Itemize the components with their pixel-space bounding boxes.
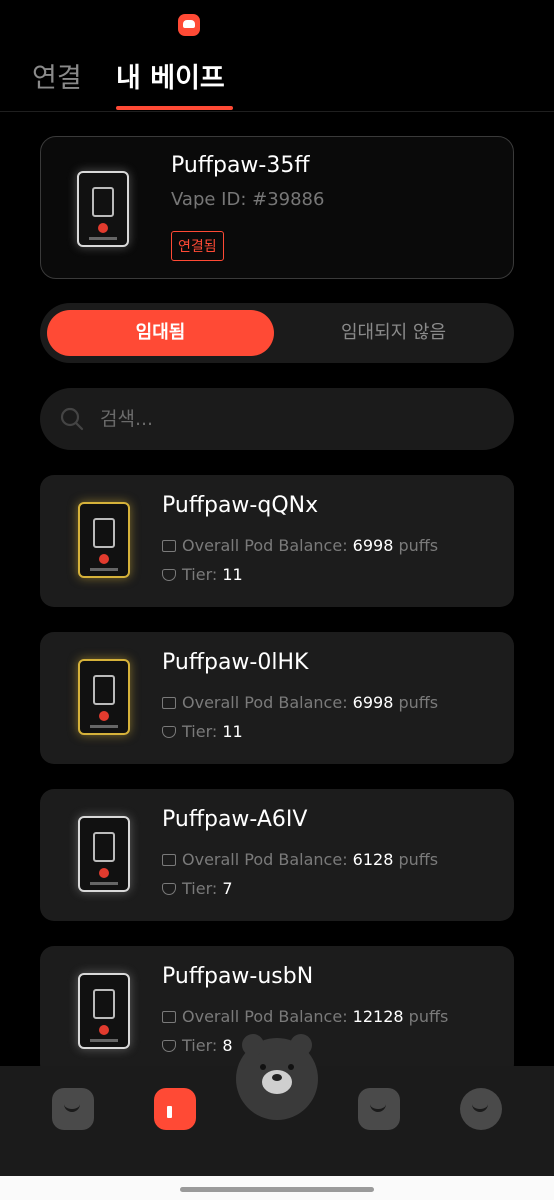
segment-rented[interactable]: 임대됨 [47,310,274,356]
vape-name: Puffpaw-0lHK [162,650,309,675]
pod-icon [162,1011,176,1023]
top-tabs: 연결 내 베이프 [0,40,554,112]
pod-balance: Overall Pod Balance: 6128 puffs [162,850,438,869]
device-name: Puffpaw-35ff [171,153,310,178]
app-logo-icon [178,14,200,36]
status-badge: 연결됨 [171,231,224,261]
cloud-icon[interactable] [460,1088,502,1130]
home-indicator[interactable] [180,1187,374,1192]
device-image [78,816,130,892]
tier: Tier: 11 [162,565,243,584]
bear-avatar-icon[interactable] [236,1034,318,1120]
active-tab-indicator [116,106,233,110]
pod-balance: Overall Pod Balance: 6998 puffs [162,693,438,712]
gem-icon [162,569,176,581]
vape-card[interactable]: Puffpaw-A6IV Overall Pod Balance: 6128 p… [40,789,514,921]
pod-icon [162,697,176,709]
tab-connect[interactable]: 연결 [32,56,82,95]
chat-bubble-icon[interactable] [52,1088,94,1130]
segment-not-rented[interactable]: 임대되지 않음 [280,310,507,356]
vape-name: Puffpaw-qQNx [162,493,319,518]
pod-icon [162,540,176,552]
device-image [78,659,130,735]
search-bar [40,388,514,450]
bag-icon[interactable] [358,1088,400,1130]
vape-id: Vape ID: #39886 [171,189,325,210]
search-icon [60,407,84,431]
device-image [77,171,129,247]
tab-my-vapes[interactable]: 내 베이프 [116,56,225,95]
gem-icon [162,1040,176,1052]
tier: Tier: 11 [162,722,243,741]
tier: Tier: 8 [162,1036,233,1055]
vape-card[interactable]: Puffpaw-qQNx Overall Pod Balance: 6998 p… [40,475,514,607]
vape-card[interactable]: Puffpaw-0lHK Overall Pod Balance: 6998 p… [40,632,514,764]
vape-name: Puffpaw-usbN [162,964,314,989]
device-image [78,973,130,1049]
pod-icon [162,854,176,866]
search-input[interactable] [100,388,500,450]
rental-filter: 임대됨 임대되지 않음 [40,303,514,363]
device-image [78,502,130,578]
gem-icon [162,883,176,895]
vape-name: Puffpaw-A6IV [162,807,308,832]
tier: Tier: 7 [162,879,233,898]
pod-balance: Overall Pod Balance: 6998 puffs [162,536,438,555]
device-icon[interactable] [154,1088,196,1130]
connected-device-card[interactable]: Puffpaw-35ff Vape ID: #39886 연결됨 [40,136,514,279]
gem-icon [162,726,176,738]
pod-balance: Overall Pod Balance: 12128 puffs [162,1007,448,1026]
